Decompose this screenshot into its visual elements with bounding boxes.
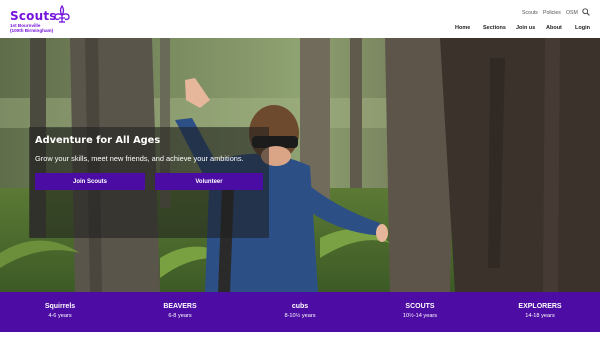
section-explorers[interactable]: EXPLORERS 14-18 years	[495, 303, 585, 319]
volunteer-button[interactable]: Volunteer	[155, 173, 263, 190]
hero-title: Adventure for All Ages	[35, 135, 161, 146]
section-name: Squirrels	[44, 303, 76, 310]
sections-bar: Squirrels 4-6 years BEAVERS 6-8 years cu…	[0, 292, 600, 332]
nav-home[interactable]: Home	[455, 25, 470, 31]
group-name: 1st Bournville (100th Birmingham)	[10, 23, 53, 33]
section-name: cubs	[291, 303, 309, 310]
site-logo[interactable]: Scouts 1st Bournville (100th Birmingham)	[10, 5, 70, 33]
fleur-de-lis-icon	[54, 5, 70, 23]
section-squirrels[interactable]: Squirrels 4-6 years	[15, 303, 105, 319]
section-ages: 14-18 years	[525, 313, 555, 319]
site-header: Scouts 1st Bournville (100th Birmingham)…	[0, 0, 600, 38]
hero-banner: Adventure for All Ages Grow your skills,…	[0, 38, 600, 292]
section-name: BEAVERS	[163, 303, 197, 310]
nav-about[interactable]: About	[546, 25, 562, 31]
section-ages: 4-6 years	[48, 313, 72, 319]
hero-panel: Adventure for All Ages Grow your skills,…	[29, 127, 269, 238]
section-name: EXPLORERS	[518, 303, 562, 310]
section-ages: 10½-14 years	[402, 313, 438, 319]
utility-link-osm[interactable]: OSM	[566, 10, 578, 16]
section-scouts[interactable]: SCOUTS 10½-14 years	[375, 303, 465, 319]
section-ages: 8-10½ years	[284, 313, 316, 319]
section-beavers[interactable]: BEAVERS 6-8 years	[135, 303, 225, 319]
nav-login[interactable]: Login	[575, 25, 590, 31]
section-ages: 6-8 years	[168, 313, 192, 319]
utility-link-policies[interactable]: Policies	[543, 10, 561, 16]
section-name: SCOUTS	[405, 303, 435, 310]
utility-link-scouts[interactable]: Scouts	[522, 10, 538, 16]
nav-join-us[interactable]: Join us	[516, 25, 535, 31]
nav-sections[interactable]: Sections	[483, 25, 506, 31]
logo-wordmark: Scouts	[10, 9, 57, 23]
page-bottom	[0, 332, 600, 338]
group-name-line2: (100th Birmingham)	[10, 28, 54, 33]
search-icon[interactable]	[582, 8, 590, 16]
join-scouts-button[interactable]: Join Scouts	[35, 173, 145, 190]
hero-subtitle: Grow your skills, meet new friends, and …	[35, 154, 244, 163]
section-cubs[interactable]: cubs 8-10½ years	[255, 303, 345, 319]
